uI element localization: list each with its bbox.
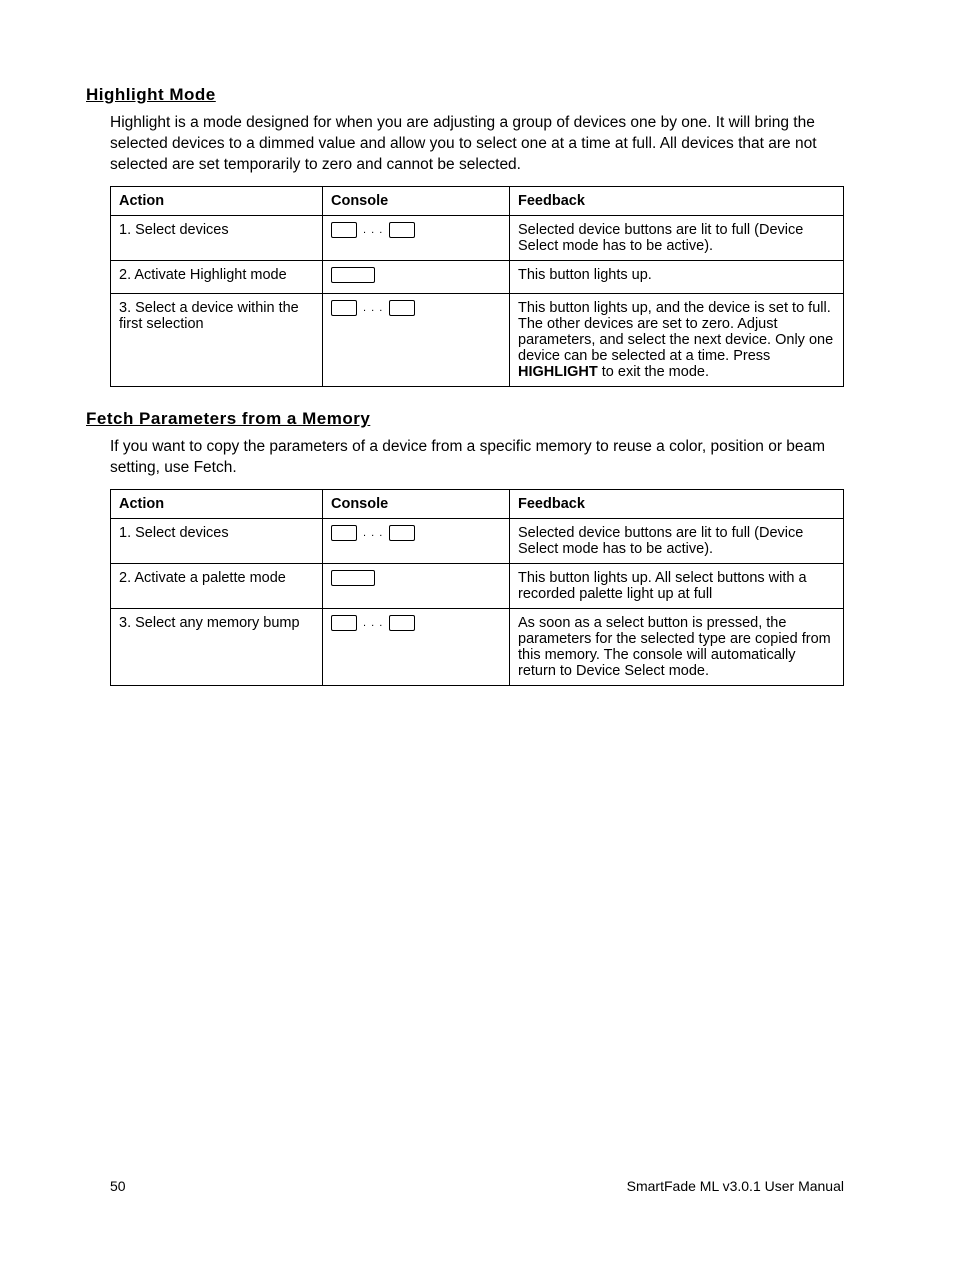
th-action: Action [111,186,323,215]
cell-feedback: This button lights up. All select button… [510,563,844,608]
cell-action: 2. Activate a palette mode [111,563,323,608]
cell-action: 1. Select devices [111,215,323,260]
cell-action: 3. Select any memory bump [111,608,323,685]
cell-feedback: As soon as a select button is pressed, t… [510,608,844,685]
cell-feedback: This button lights up. [510,260,844,293]
page-number: 50 [110,1178,126,1194]
ellipsis-icon: . . . [361,525,385,541]
button-icon [389,525,415,541]
th-console: Console [323,186,510,215]
button-icon [331,267,375,283]
heading-highlight-mode: Highlight Mode [86,85,844,105]
button-icon [389,615,415,631]
ellipsis-icon: . . . [361,300,385,316]
button-icon [389,222,415,238]
table-row: 2. Activate a palette mode This button l… [111,563,844,608]
button-icon [331,615,357,631]
paragraph-fetch: If you want to copy the parameters of a … [110,437,844,479]
cell-action: 3. Select a device within the first sele… [111,293,323,386]
manual-title: SmartFade ML v3.0.1 User Manual [627,1178,844,1194]
cell-action: 1. Select devices [111,518,323,563]
table-fetch: Action Console Feedback 1. Select device… [110,489,844,686]
button-icon [331,570,375,586]
ellipsis-icon: . . . [361,615,385,631]
cell-console: . . . [323,518,510,563]
cell-feedback: Selected device buttons are lit to full … [510,215,844,260]
button-icon [331,525,357,541]
th-feedback: Feedback [510,186,844,215]
cell-feedback: Selected device buttons are lit to full … [510,518,844,563]
table-row: 3. Select a device within the first sele… [111,293,844,386]
cell-console [323,260,510,293]
table-row: 1. Select devices . . . Selected device … [111,518,844,563]
heading-fetch: Fetch Parameters from a Memory [86,409,844,429]
th-action: Action [111,489,323,518]
table-row: 3. Select any memory bump . . . As soon … [111,608,844,685]
cell-console: . . . [323,215,510,260]
button-icon [331,222,357,238]
th-console: Console [323,489,510,518]
cell-console: . . . [323,293,510,386]
table-highlight: Action Console Feedback 1. Select device… [110,186,844,387]
cell-feedback: This button lights up, and the device is… [510,293,844,386]
th-feedback: Feedback [510,489,844,518]
cell-action: 2. Activate Highlight mode [111,260,323,293]
cell-console [323,563,510,608]
table-row: 2. Activate Highlight mode This button l… [111,260,844,293]
cell-console: . . . [323,608,510,685]
button-icon [389,300,415,316]
ellipsis-icon: . . . [361,222,385,238]
table-row: 1. Select devices . . . Selected device … [111,215,844,260]
paragraph-highlight: Highlight is a mode designed for when yo… [110,113,844,176]
button-icon [331,300,357,316]
